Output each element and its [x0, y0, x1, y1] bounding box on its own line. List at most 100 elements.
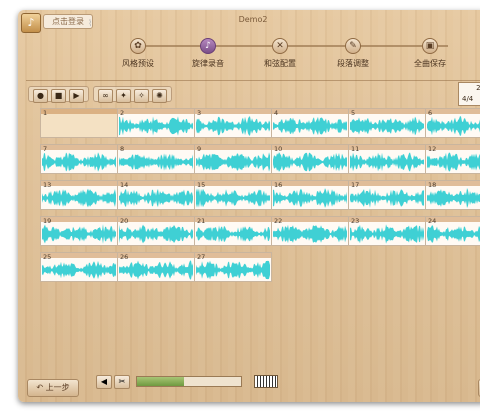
- toolbar: ● ■ ▶ ∞ ✦ ✧ ✺: [28, 86, 172, 103]
- measure-header: [272, 217, 348, 222]
- measure-cell[interactable]: 24: [425, 216, 480, 246]
- measure-cell[interactable]: 7: [40, 144, 118, 174]
- waveform: [196, 225, 270, 243]
- measure-cell[interactable]: 1: [40, 108, 118, 138]
- step-3[interactable]: ✕ 和弦配置: [250, 38, 310, 69]
- waveform: [196, 188, 270, 208]
- measure-header: [349, 109, 425, 114]
- volume-meter[interactable]: [136, 376, 242, 387]
- measure-cell[interactable]: 16: [271, 180, 349, 210]
- magic-icon[interactable]: ✺: [152, 89, 167, 103]
- measure-header: [272, 181, 348, 186]
- audio-controls: ◀ ✂: [96, 375, 130, 389]
- measure-cell[interactable]: 25: [40, 252, 118, 282]
- measure-header: [195, 181, 271, 186]
- waveform: [119, 153, 193, 171]
- waveform: [350, 116, 424, 136]
- step-1[interactable]: ✿ 风格预设: [108, 38, 168, 69]
- waveform: [42, 224, 116, 244]
- waveform: [119, 188, 193, 208]
- time-signature[interactable]: 27 4/4: [458, 82, 480, 106]
- measure-cell[interactable]: 11: [348, 144, 426, 174]
- step-label: 和弦配置: [264, 59, 296, 68]
- measure-header: [118, 109, 194, 114]
- measure-cell[interactable]: 22: [271, 216, 349, 246]
- waveform: [196, 260, 270, 280]
- wrench-icon[interactable]: ✂: [114, 375, 130, 389]
- waveform: [119, 260, 193, 280]
- save-icon: ▣: [422, 38, 438, 54]
- divider: [26, 80, 480, 81]
- edit-icon: ✎: [345, 38, 361, 54]
- measure-cell[interactable]: 17: [348, 180, 426, 210]
- title-bar: ♪ 点击登录 ⌇ Demo2: [18, 10, 480, 33]
- measure-cell[interactable]: 21: [194, 216, 272, 246]
- bulb-alt-icon[interactable]: ✧: [134, 89, 149, 103]
- measure-grid: 1 2 3 4 5 6 7 8 9 10 11 12 13 14 15 16 17 18 19 20 21 22 23 24 2…: [40, 108, 480, 370]
- step-4[interactable]: ✎ 段落调整: [323, 38, 383, 69]
- measure-cell[interactable]: 19: [40, 216, 118, 246]
- gear-icon: ✿: [130, 38, 146, 54]
- waveform: [427, 188, 480, 208]
- tools-icon: ✕: [272, 38, 288, 54]
- measure-header: [41, 253, 117, 258]
- measure-header: [195, 109, 271, 114]
- waveform: [273, 116, 347, 136]
- step-2[interactable]: ♪ 旋律录音: [178, 38, 238, 69]
- measure-header: [426, 109, 480, 114]
- measure-count: 27: [476, 84, 480, 92]
- waveform: [119, 224, 193, 244]
- app-window: ♪ 点击登录 ⌇ Demo2 ✿ 风格预设 ♪ 旋律录音 ✕ 和弦配置 ✎ 段落调整 ▣ 全曲保存…: [18, 10, 480, 402]
- measure-header: [41, 217, 117, 222]
- measure-cell[interactable]: 4: [271, 108, 349, 138]
- measure-cell[interactable]: 5: [348, 108, 426, 138]
- meter-value: 4/4: [462, 95, 474, 103]
- link-icon[interactable]: ∞: [98, 89, 113, 103]
- measure-cell[interactable]: 15: [194, 180, 272, 210]
- measure-header: [272, 109, 348, 114]
- measure-header: [272, 145, 348, 150]
- measure-cell[interactable]: 20: [117, 216, 195, 246]
- record-button[interactable]: ●: [33, 89, 48, 103]
- play-button[interactable]: ▶: [69, 89, 84, 103]
- measure-cell[interactable]: 23: [348, 216, 426, 246]
- measure-cell[interactable]: 8: [117, 144, 195, 174]
- measure-header: [195, 253, 271, 258]
- measure-cell[interactable]: 27: [194, 252, 272, 282]
- previous-step-button[interactable]: ↶ 上一步: [27, 379, 79, 397]
- step-5[interactable]: ▣ 全曲保存: [400, 38, 460, 69]
- waveform: [273, 188, 347, 208]
- waveform: [119, 116, 193, 136]
- measure-cell[interactable]: 2: [117, 108, 195, 138]
- step-label: 段落调整: [337, 59, 369, 68]
- measure-cell[interactable]: 12: [425, 144, 480, 174]
- measure-cell[interactable]: 3: [194, 108, 272, 138]
- measure-row: 19 20 21 22 23 24: [40, 216, 480, 246]
- measure-row: 13 14 15 16 17 18: [40, 180, 480, 210]
- waveform: [350, 188, 424, 208]
- measure-cell[interactable]: 14: [117, 180, 195, 210]
- measure-header: [349, 145, 425, 150]
- measure-header: [41, 109, 117, 114]
- waveform: [196, 116, 270, 136]
- bulb-icon[interactable]: ✦: [116, 89, 131, 103]
- waveform: [427, 152, 480, 172]
- measure-cell[interactable]: 10: [271, 144, 349, 174]
- measure-cell[interactable]: 26: [117, 252, 195, 282]
- keyboard-icon[interactable]: [254, 375, 278, 388]
- stop-button[interactable]: ■: [51, 89, 66, 103]
- measure-header: [195, 217, 271, 222]
- waveform: [350, 152, 424, 172]
- measure-cell[interactable]: 18: [425, 180, 480, 210]
- measure-header: [41, 145, 117, 150]
- measure-cell[interactable]: 9: [194, 144, 272, 174]
- measure-header: [118, 145, 194, 150]
- measure-header: [118, 181, 194, 186]
- measure-cell[interactable]: 13: [40, 180, 118, 210]
- speaker-icon[interactable]: ◀: [96, 375, 112, 389]
- measure-cell[interactable]: 6: [425, 108, 480, 138]
- back-arrow-icon: ↶: [36, 383, 46, 392]
- edit-tools: ∞ ✦ ✧ ✺: [93, 86, 172, 103]
- transport-controls: ● ■ ▶: [28, 86, 89, 103]
- waveform: [273, 152, 347, 172]
